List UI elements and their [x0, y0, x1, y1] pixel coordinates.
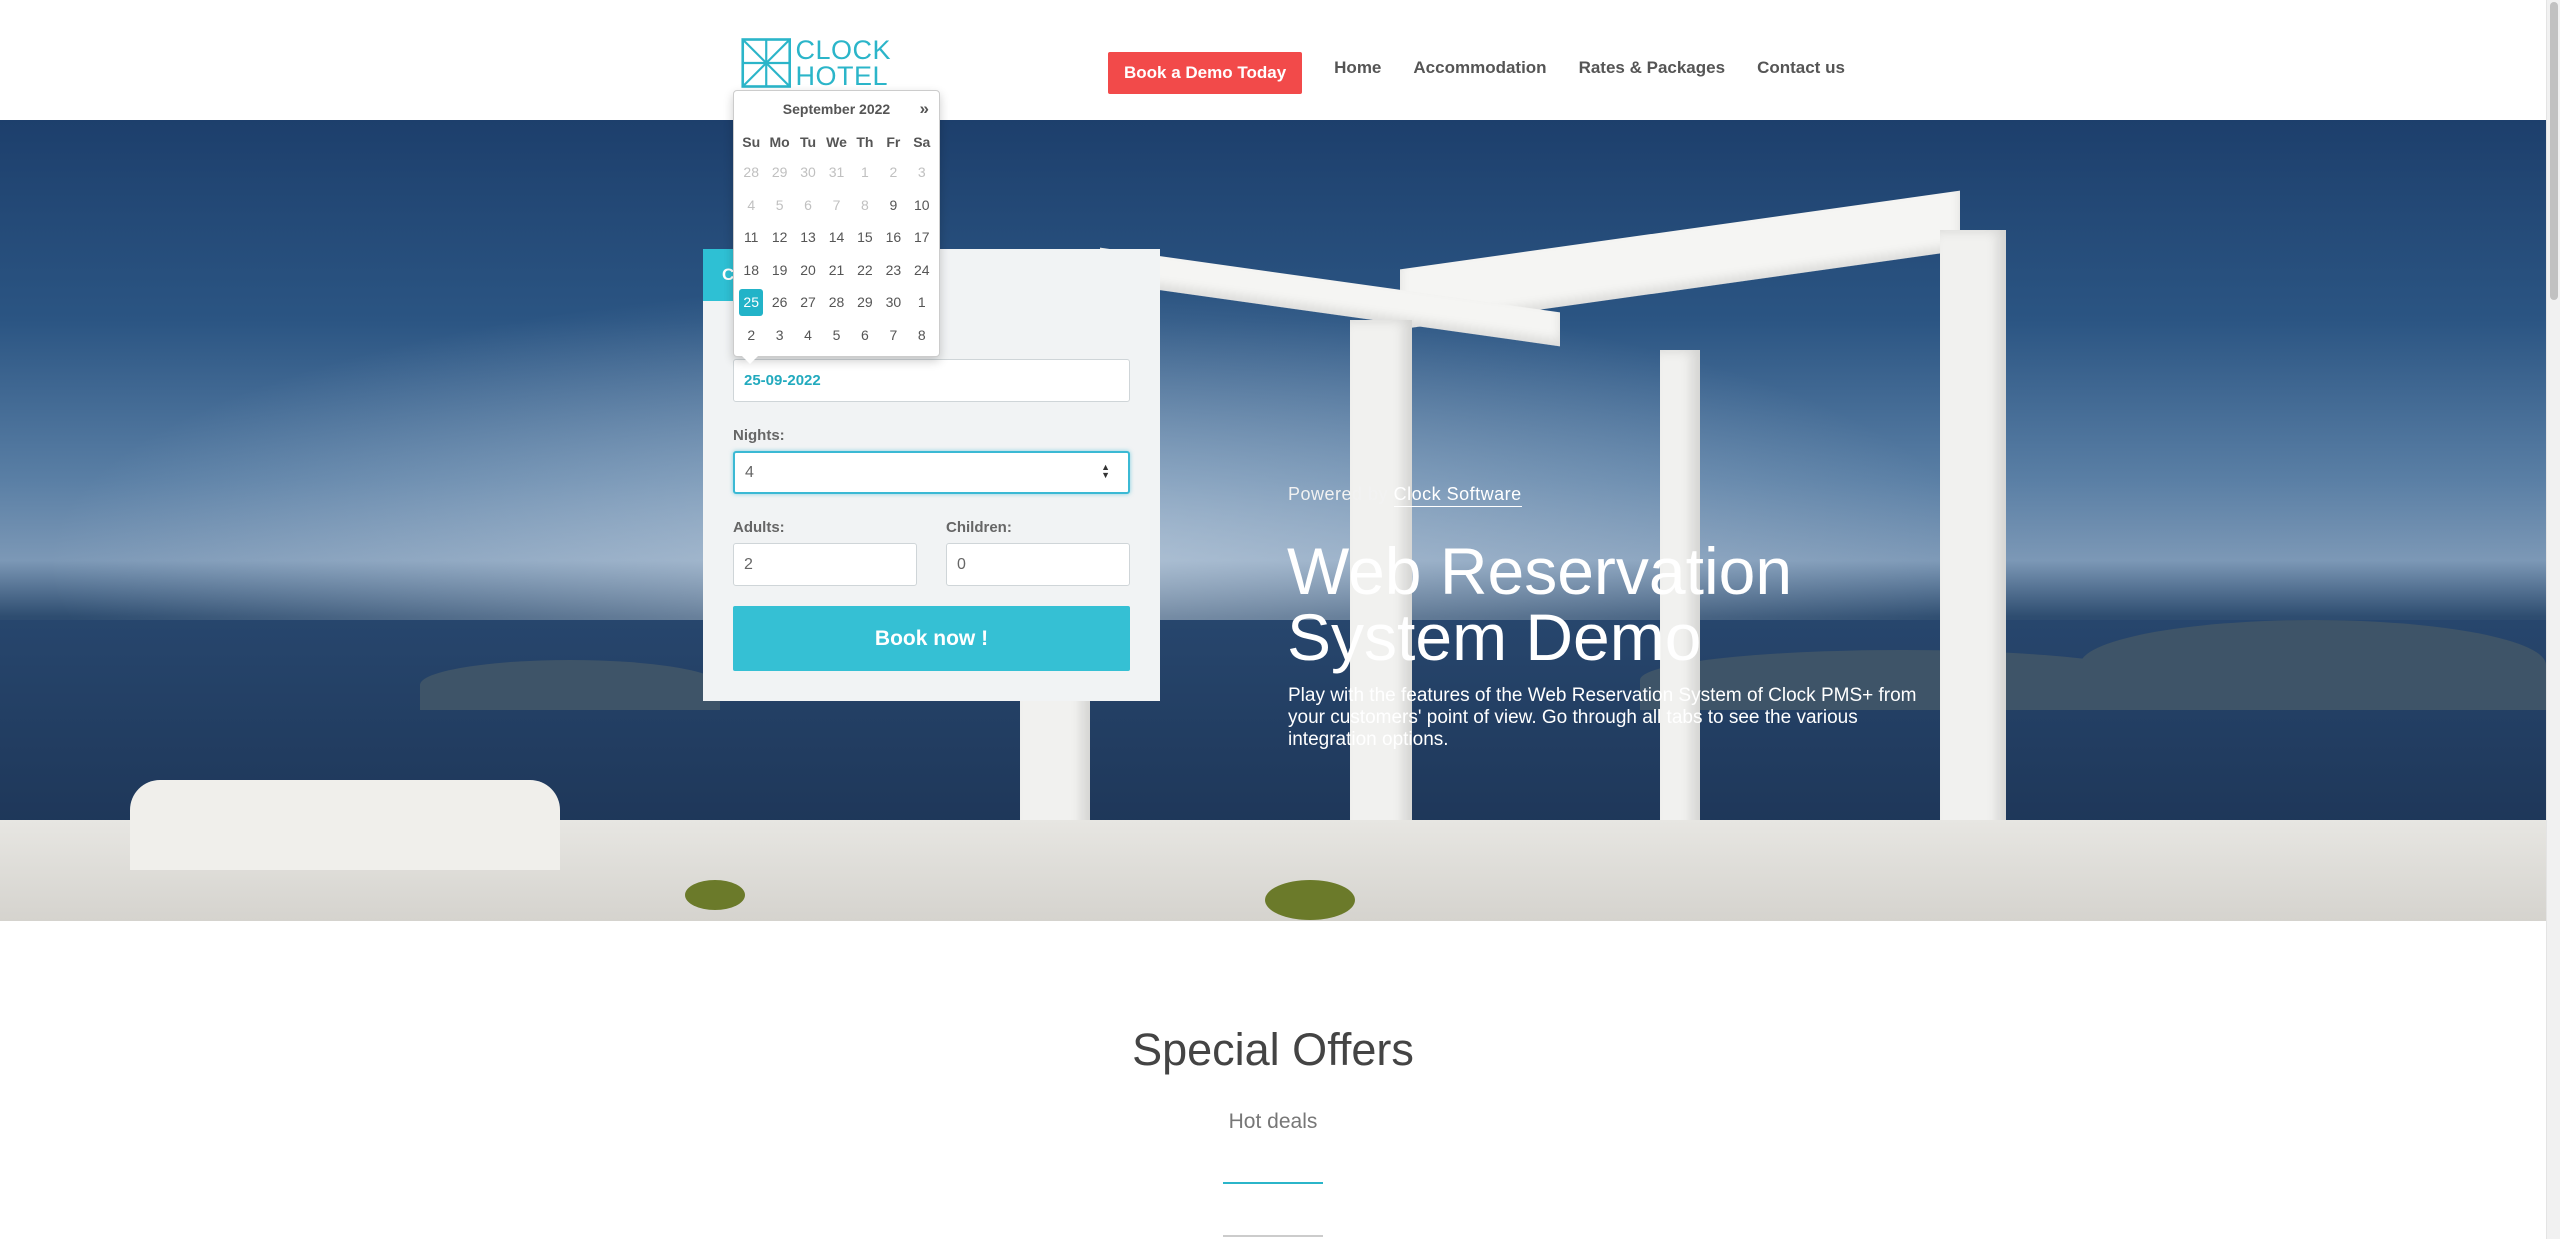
selected-day[interactable]: 25: [739, 289, 764, 316]
calendar-day[interactable]: 7: [879, 319, 907, 352]
calendar-day[interactable]: 27: [794, 286, 822, 319]
calendar-day: 1: [861, 164, 869, 181]
calendar-day[interactable]: 13: [794, 221, 822, 254]
calendar-day[interactable]: 1: [908, 286, 936, 319]
logo-wordmark: CLOCK HOTEL: [795, 35, 891, 91]
nights-stepper[interactable]: 4 ▲ ▼: [733, 451, 1130, 494]
calendar-day[interactable]: 21: [822, 254, 850, 287]
calendar-day: 7: [832, 196, 841, 213]
calendar-day[interactable]: 12: [765, 221, 793, 254]
calendar-day: 28: [743, 164, 759, 181]
calendar-day[interactable]: 23: [879, 254, 907, 287]
datepicker: September 2022 » Su Mo Tu We Th Fr Sa 28 29 30 31 1…: [733, 90, 940, 364]
nav-contact[interactable]: Contact us: [1757, 58, 1845, 78]
book-now-button[interactable]: Book now !: [733, 606, 1130, 671]
logo-line1: CLOCK: [795, 35, 891, 65]
powered-prefix: Powered by: [1288, 484, 1389, 504]
arrival-date-field[interactable]: 25-09-2022: [733, 359, 1130, 402]
powered-by: Powered by Clock Software: [1288, 484, 1522, 507]
nav-accommodation[interactable]: Accommodation: [1413, 58, 1546, 78]
calendar-day: 30: [800, 164, 816, 181]
offers-divider: [1223, 1182, 1323, 1184]
site-header: CLOCK HOTEL Book a Demo Today Home Accom…: [0, 0, 2546, 120]
hero-banner: Powered by Clock Software Web Reservatio…: [0, 120, 2546, 921]
scroll-thumb[interactable]: [2550, 2, 2558, 300]
calendar-day[interactable]: 17: [908, 221, 936, 254]
calendar-day[interactable]: 28: [822, 286, 850, 319]
datepicker-month[interactable]: September 2022: [783, 101, 890, 117]
weekday-header: Th: [856, 133, 874, 150]
weekday-header: Sa: [913, 133, 931, 150]
next-month-button[interactable]: »: [920, 99, 929, 119]
hero-description: Play with the features of the Web Reserv…: [1288, 685, 1917, 750]
calendar-day[interactable]: 2: [737, 319, 765, 352]
datepicker-grid: Su Mo Tu We Th Fr Sa 28 29 30 31 1 2 3 4 5 6 7 8 9 10 11 12 13 1…: [734, 127, 939, 351]
datepicker-header: September 2022 »: [734, 91, 939, 127]
nav-home[interactable]: Home: [1334, 58, 1381, 78]
calendar-day: 29: [771, 164, 788, 181]
calendar-day[interactable]: 9: [879, 189, 907, 222]
calendar-day[interactable]: 16: [879, 221, 907, 254]
calendar-day[interactable]: 14: [822, 221, 850, 254]
hero-title-line2: System Demo: [1287, 600, 1702, 674]
children-label: Children:: [946, 519, 1012, 536]
hero-bench: [130, 780, 560, 870]
calendar-day[interactable]: 20: [794, 254, 822, 287]
calendar-day[interactable]: 29: [851, 286, 879, 319]
hero-title-line1: Web Reservation: [1287, 534, 1793, 608]
calendar-day[interactable]: 4: [794, 319, 822, 352]
weekday-header: Fr: [886, 133, 901, 150]
weekday-header: We: [826, 133, 847, 150]
nights-value: 4: [745, 463, 754, 481]
adults-label: Adults:: [733, 519, 785, 536]
calendar-day[interactable]: 10: [908, 189, 936, 222]
offers-divider-secondary: [1223, 1235, 1323, 1237]
calendar-day: 6: [804, 196, 812, 213]
calendar-day[interactable]: 19: [765, 254, 793, 287]
calendar-day[interactable]: 6: [851, 319, 879, 352]
calendar-day: 5: [775, 196, 784, 213]
hero-title: Web Reservation System Demo: [1287, 538, 1987, 670]
spinner-arrows-icon[interactable]: ▲ ▼: [1101, 463, 1110, 480]
logo-icon: [741, 38, 792, 88]
logo-line2: HOTEL: [795, 61, 888, 91]
calendar-day[interactable]: 11: [737, 221, 765, 254]
main-nav: Book a Demo Today Home Accommodation Rat…: [1108, 52, 1845, 94]
page-scrollbar[interactable]: [2546, 0, 2560, 1239]
adults-field[interactable]: 2: [733, 543, 917, 586]
calendar-day: 3: [917, 164, 926, 181]
calendar-day: 2: [889, 164, 898, 181]
weekday-header: Tu: [800, 133, 817, 150]
nav-rates-packages[interactable]: Rates & Packages: [1579, 58, 1725, 78]
calendar-day[interactable]: 30: [879, 286, 907, 319]
calendar-day[interactable]: 22: [851, 254, 879, 287]
children-field[interactable]: 0: [946, 543, 1130, 586]
calendar-day[interactable]: 8: [908, 319, 936, 352]
calendar-day[interactable]: 15: [851, 221, 879, 254]
special-offers-title: Special Offers: [1132, 1024, 1414, 1075]
calendar-day[interactable]: 18: [737, 254, 765, 287]
weekday-header: Mo: [769, 133, 790, 150]
clock-hotel-logo[interactable]: CLOCK HOTEL: [741, 34, 891, 92]
calendar-day: 4: [747, 196, 756, 213]
clock-software-link[interactable]: Clock Software: [1393, 484, 1522, 507]
calendar-day: 31: [828, 164, 845, 181]
calendar-day[interactable]: 3: [765, 319, 793, 352]
calendar-day: 8: [861, 196, 869, 213]
calendar-day[interactable]: 24: [908, 254, 936, 287]
nights-label: Nights:: [733, 427, 785, 444]
calendar-day[interactable]: 5: [822, 319, 850, 352]
calendar-day[interactable]: 26: [765, 286, 793, 319]
weekday-header: Su: [742, 133, 761, 150]
book-demo-button[interactable]: Book a Demo Today: [1108, 52, 1303, 94]
special-offers-subtitle: Hot deals: [1228, 1110, 1318, 1133]
